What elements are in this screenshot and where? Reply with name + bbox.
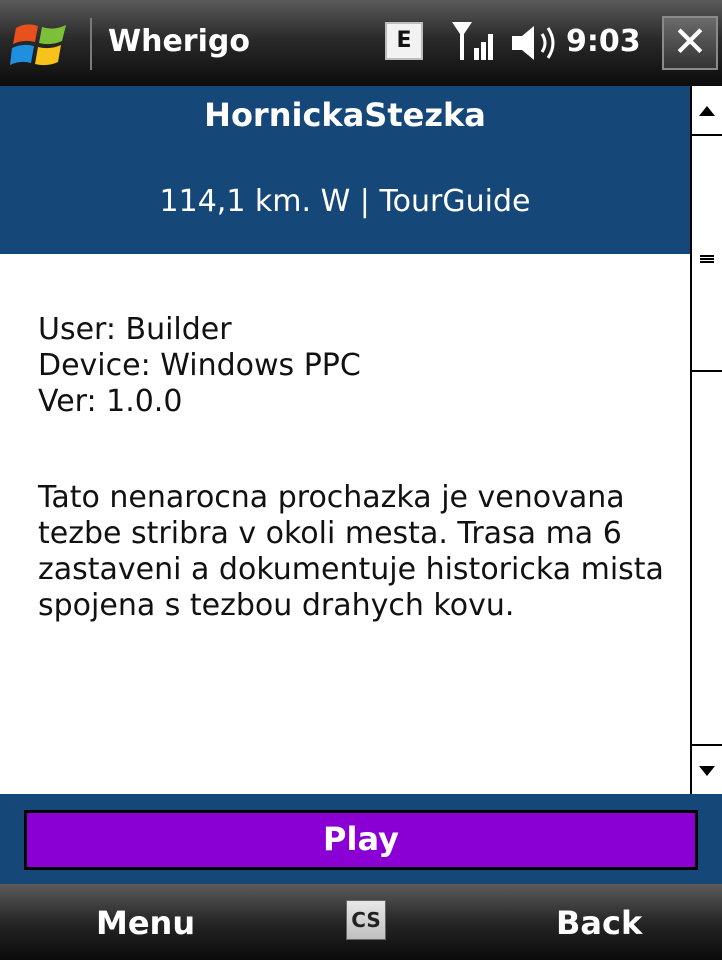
grip-icon — [700, 255, 714, 263]
app-title: Wherigo — [108, 24, 250, 59]
edge-network-icon[interactable]: E — [385, 22, 423, 60]
title-separator — [90, 18, 92, 70]
play-area: Play — [0, 794, 722, 884]
menu-softkey[interactable]: Menu — [96, 904, 195, 942]
cartridge-name: HornickaStezka — [204, 96, 486, 134]
user-label: User: Builder — [38, 312, 232, 347]
cartridge-distance-info: 114,1 km. W | TourGuide — [159, 184, 531, 219]
version-label: Ver: 1.0.0 — [38, 384, 183, 419]
close-button[interactable]: ✕ — [662, 16, 718, 70]
play-button[interactable]: Play — [24, 810, 698, 870]
windows-start-icon[interactable] — [10, 14, 74, 74]
cartridge-details-panel: User: Builder Device: Windows PPC Ver: 1… — [0, 254, 690, 794]
signal-icon[interactable] — [450, 18, 500, 66]
scroll-down-button[interactable] — [692, 744, 722, 794]
softkey-bar: Menu CS Back — [0, 884, 722, 960]
scroll-up-button[interactable] — [692, 86, 722, 136]
cartridge-description: Tato nenarocna prochazka je venovana tez… — [38, 480, 664, 623]
vertical-scrollbar[interactable] — [690, 86, 722, 794]
back-softkey[interactable]: Back — [556, 904, 642, 942]
clock[interactable]: 9:03 — [566, 24, 641, 59]
cartridge-header: HornickaStezka 114,1 km. W | TourGuide — [0, 86, 690, 254]
scroll-thumb[interactable] — [692, 138, 722, 372]
speaker-icon[interactable] — [510, 20, 562, 66]
device-label: Device: Windows PPC — [38, 348, 361, 383]
close-icon: ✕ — [672, 17, 708, 66]
keyboard-cs-icon[interactable]: CS — [346, 900, 386, 940]
cartridge-metadata: User: Builder Device: Windows PPC Ver: 1… — [38, 312, 361, 420]
title-bar: Wherigo E 9:03 ✕ — [0, 0, 722, 86]
